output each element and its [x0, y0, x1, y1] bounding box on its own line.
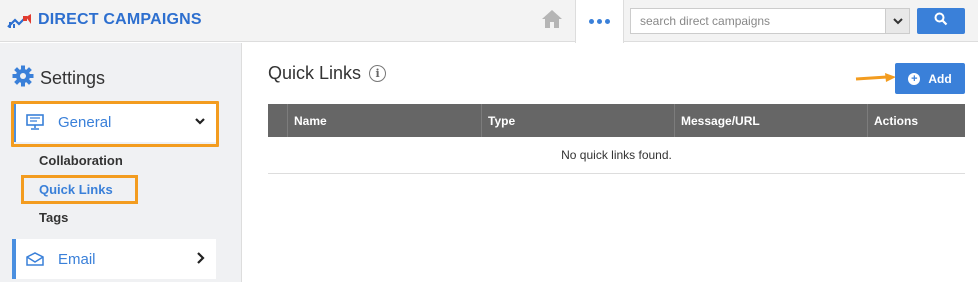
- more-button[interactable]: [575, 0, 624, 43]
- monitor-icon: [26, 114, 44, 130]
- search-input[interactable]: [630, 8, 886, 34]
- column-header-type[interactable]: Type: [481, 104, 674, 137]
- column-header-name[interactable]: Name: [287, 104, 481, 137]
- column-header-actions: Actions: [867, 104, 965, 137]
- sidebar-item-label: Email: [58, 250, 96, 268]
- sidebar-subitem-quick-links[interactable]: Quick Links: [39, 182, 113, 197]
- search-icon: [934, 12, 948, 31]
- add-button-label: Add: [928, 71, 952, 86]
- megaphone-logo-icon: [6, 8, 38, 32]
- app-title: DIRECT CAMPAIGNS: [38, 11, 202, 28]
- empty-state-message: No quick links found.: [268, 137, 965, 174]
- page-title-wrap: Quick Links i: [268, 63, 387, 84]
- table-header: Name Type Message/URL Actions: [268, 104, 965, 137]
- arrow-pointer-icon: [855, 70, 897, 88]
- home-button[interactable]: [530, 0, 574, 42]
- top-bar: DIRECT CAMPAIGNS: [0, 0, 978, 43]
- sidebar-item-general[interactable]: General: [12, 102, 216, 142]
- app-root: DIRECT CAMPAIGNS search direct campaigns…: [0, 0, 978, 282]
- envelope-icon: [26, 251, 44, 267]
- more-dots-icon: [597, 19, 602, 24]
- settings-sidebar: Settings General Collaboration Quick Lin…: [0, 43, 242, 282]
- add-quick-link-button[interactable]: + Add: [895, 63, 965, 94]
- sidebar-item-label: General: [58, 113, 112, 131]
- chevron-right-icon: [194, 251, 206, 270]
- gear-icon: [12, 65, 34, 92]
- settings-header: Settings: [12, 65, 105, 92]
- sidebar-subitem-collaboration[interactable]: Collaboration: [39, 153, 123, 168]
- chevron-down-icon: [892, 12, 903, 30]
- page-title: Quick Links: [268, 63, 362, 83]
- search-scope-dropdown[interactable]: [886, 8, 910, 34]
- more-dots-icon: [589, 19, 594, 24]
- search-button[interactable]: [917, 8, 965, 34]
- info-icon[interactable]: i: [369, 65, 387, 82]
- sidebar-item-email[interactable]: Email: [12, 239, 216, 279]
- column-header-message-url[interactable]: Message/URL: [674, 104, 867, 137]
- home-icon: [541, 9, 563, 34]
- search-box: [630, 8, 910, 34]
- sidebar-subitem-tags[interactable]: Tags: [39, 210, 68, 225]
- column-header-select: [268, 104, 287, 137]
- settings-title: Settings: [40, 68, 106, 88]
- more-dots-icon: [605, 19, 610, 24]
- plus-circle-icon: +: [908, 72, 921, 85]
- quick-links-table: Name Type Message/URL Actions No quick l…: [268, 104, 965, 174]
- brand[interactable]: DIRECT CAMPAIGNS: [6, 8, 202, 32]
- chevron-down-icon: [194, 114, 206, 132]
